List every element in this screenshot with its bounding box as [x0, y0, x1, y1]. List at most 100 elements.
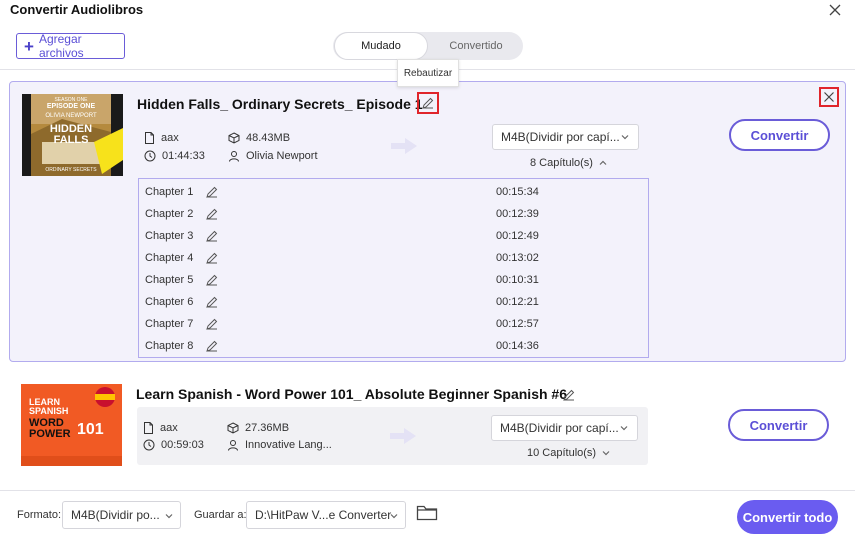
arrow-right-icon: [391, 138, 417, 154]
cover-number: 101: [77, 421, 104, 438]
chapter-duration: 00:10:31: [496, 274, 539, 286]
cover-subtitle: ORDINARY SECRETS: [45, 167, 97, 173]
chapter-row: Chapter 1 00:15:34: [139, 182, 648, 204]
duration: 00:59:03: [143, 439, 204, 451]
chapter-row: Chapter 8 00:14:36: [139, 336, 648, 358]
format-label: Formato:: [17, 509, 62, 521]
global-format-value: M4B(Dividir po...: [71, 508, 160, 522]
chapter-row: Chapter 4 00:13:02: [139, 248, 648, 270]
chevron-down-icon: [390, 514, 398, 519]
chapter-duration: 00:12:49: [496, 230, 539, 242]
plus-icon: +: [24, 36, 34, 56]
cover-image: SEASON ONE EPISODE ONE OLIVIA NEWPORT HI…: [22, 94, 123, 176]
file-icon: [144, 422, 153, 434]
chapter-name: Chapter 7: [145, 318, 194, 330]
chapter-name: Chapter 8: [145, 340, 194, 352]
pencil-icon[interactable]: [205, 229, 219, 243]
chapter-duration: 00:13:02: [496, 252, 539, 264]
cover-line4: POWER: [29, 428, 71, 440]
duration: 01:44:33: [144, 150, 205, 162]
clock-icon: [143, 439, 155, 451]
chapter-duration: 00:12:39: [496, 208, 539, 220]
pencil-icon[interactable]: [205, 339, 219, 353]
chevron-down-icon: [165, 514, 173, 519]
file-format: aax: [143, 422, 178, 434]
cover-image: LEARN SPANISH WORD POWER 101: [21, 384, 122, 466]
pencil-icon[interactable]: [205, 273, 219, 287]
global-format-select[interactable]: M4B(Dividir po...: [62, 501, 181, 529]
audiobook-card-2: LEARN SPANISH WORD POWER 101 Learn Spani…: [9, 375, 846, 475]
pencil-icon[interactable]: [205, 185, 219, 199]
cover-episode: EPISODE ONE: [46, 103, 96, 110]
size-value: 48.43MB: [246, 132, 291, 144]
author-value: Olivia Newport: [246, 150, 318, 162]
output-format-select[interactable]: M4B(Dividir por capí...: [492, 124, 639, 150]
output-format-select[interactable]: M4B(Dividir por capí...: [491, 415, 638, 441]
tab-mudado[interactable]: Mudado: [334, 32, 428, 60]
convert-button[interactable]: Convertir: [728, 409, 829, 441]
tab-switcher: Mudado Convertido: [333, 32, 523, 60]
close-window-icon[interactable]: [826, 1, 844, 19]
convert-all-button[interactable]: Convertir todo: [737, 500, 838, 534]
format-value: aax: [160, 422, 178, 434]
pencil-icon[interactable]: [205, 251, 219, 265]
author: Innovative Lang...: [227, 439, 332, 451]
cover-author: OLIVIA NEWPORT: [45, 113, 97, 119]
add-files-label: Agregar archivos: [38, 32, 84, 60]
save-path-select[interactable]: D:\HitPaw V...e Converter: [246, 501, 406, 529]
audiobook-card-1: SEASON ONE EPISODE ONE OLIVIA NEWPORT HI…: [9, 81, 846, 362]
package-icon: [227, 422, 239, 434]
remove-item-icon[interactable]: [819, 87, 839, 107]
folder-icon[interactable]: [416, 504, 438, 522]
chapter-name: Chapter 6: [145, 296, 194, 308]
title-bar: Convertir Audiolibros: [0, 0, 855, 24]
chapters-count: 8 Capítulo(s): [530, 157, 593, 169]
clock-icon: [144, 150, 156, 162]
output-format-value: M4B(Dividir por capí...: [500, 421, 619, 435]
chapter-name: Chapter 1: [145, 186, 194, 198]
chapter-duration: 00:15:34: [496, 186, 539, 198]
chevron-up-icon: [599, 160, 607, 165]
file-icon: [145, 132, 154, 144]
chapter-duration: 00:14:36: [496, 340, 539, 352]
tab-convertido[interactable]: Convertido: [429, 32, 523, 60]
pencil-icon[interactable]: [205, 295, 219, 309]
package-icon: [228, 132, 240, 144]
chapter-row: Chapter 3 00:12:49: [139, 226, 648, 248]
chapter-name: Chapter 5: [145, 274, 194, 286]
pencil-icon[interactable]: [205, 207, 219, 221]
chapters-toggle[interactable]: 8 Capítulo(s): [530, 157, 608, 169]
chapter-duration: 00:12:21: [496, 296, 539, 308]
author: Olivia Newport: [228, 150, 318, 162]
file-format: aax: [144, 132, 179, 144]
chevron-down-icon: [621, 135, 629, 140]
chevron-down-icon: [602, 451, 610, 456]
arrow-right-icon: [390, 428, 416, 444]
person-icon: [229, 151, 239, 162]
rename-pencil-icon[interactable]: [560, 386, 578, 404]
chapter-name: Chapter 3: [145, 230, 194, 242]
chapter-duration: 00:12:57: [496, 318, 539, 330]
chapter-row: Chapter 5 00:10:31: [139, 270, 648, 292]
file-size: 27.36MB: [227, 422, 289, 434]
pencil-icon[interactable]: [205, 317, 219, 331]
chapter-name: Chapter 2: [145, 208, 194, 220]
cover-line2: SPANISH: [29, 406, 69, 416]
save-to-label: Guardar a:: [194, 509, 247, 521]
file-size: 48.43MB: [228, 132, 290, 144]
rename-pencil-icon[interactable]: [417, 92, 439, 114]
chevron-down-icon: [620, 426, 628, 431]
chapter-row: Chapter 7 00:12:57: [139, 314, 648, 336]
save-path-value: D:\HitPaw V...e Converter: [255, 508, 392, 522]
duration-value: 01:44:33: [162, 150, 205, 162]
chapters-toggle[interactable]: 10 Capítulo(s): [527, 447, 611, 459]
add-files-button[interactable]: + Agregar archivos: [16, 32, 125, 60]
format-value: aax: [161, 132, 179, 144]
bottom-bar: Formato: M4B(Dividir po... Guardar a: D:…: [0, 490, 855, 535]
duration-value: 00:59:03: [161, 439, 204, 451]
output-format-value: M4B(Dividir por capí...: [501, 130, 620, 144]
author-value: Innovative Lang...: [245, 439, 332, 451]
convert-button[interactable]: Convertir: [729, 119, 830, 151]
window-title: Convertir Audiolibros: [10, 2, 144, 17]
rename-tooltip: Rebautizar: [397, 59, 459, 87]
